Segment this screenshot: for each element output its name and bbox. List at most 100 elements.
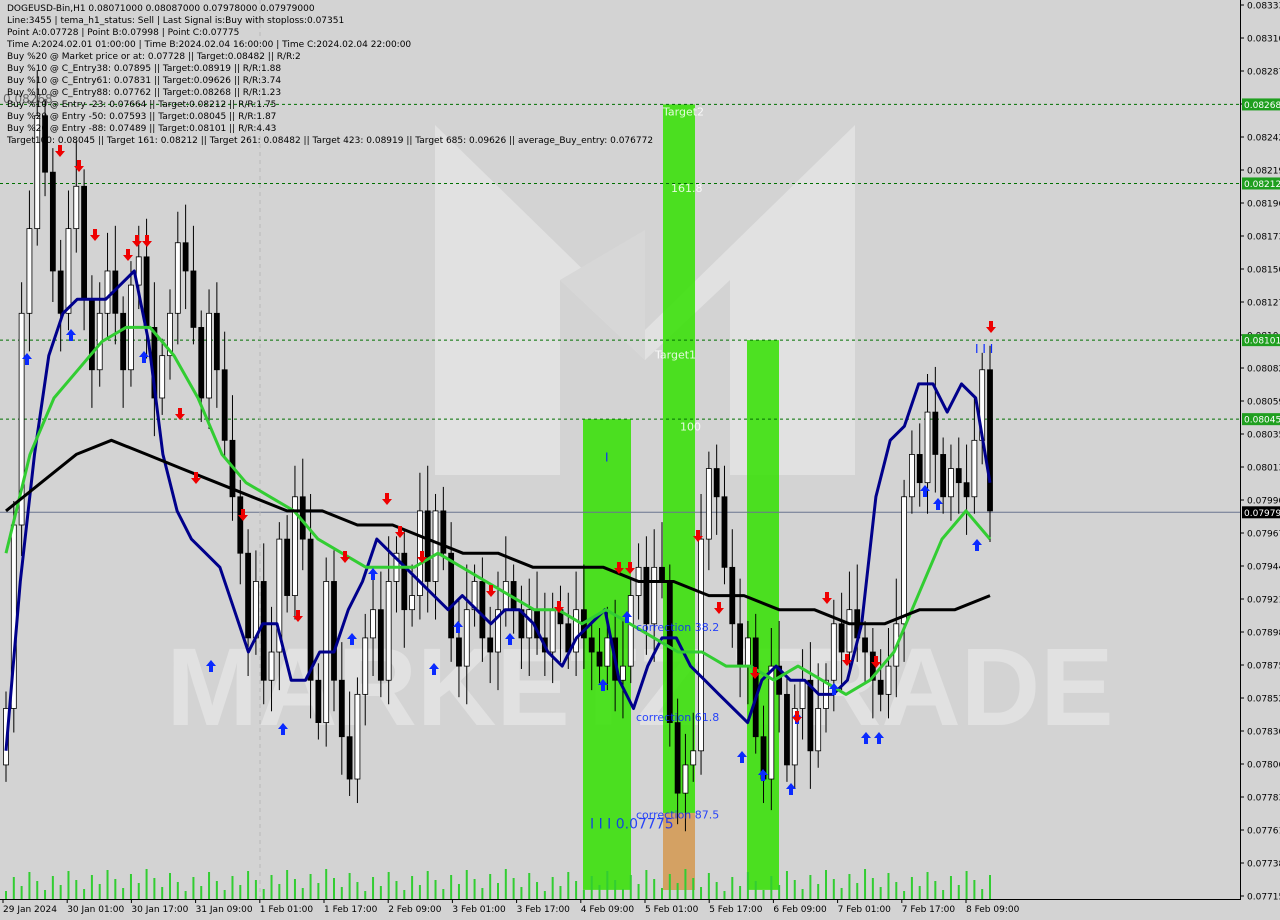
x-tick-label: 3 Feb 01:00 xyxy=(452,905,506,915)
candle-body xyxy=(549,609,556,653)
y-tick-label: 0.08173 xyxy=(1247,233,1280,243)
volume-bar xyxy=(129,874,132,899)
x-tick-label: 30 Jan 01:00 xyxy=(67,905,124,915)
x-tick-label: 1 Feb 01:00 xyxy=(260,905,314,915)
candle-body xyxy=(721,496,728,568)
candle-body xyxy=(409,595,415,611)
zone-label: 100 xyxy=(680,420,701,433)
zone-label: Target2 xyxy=(662,106,704,119)
volume-bar xyxy=(270,875,273,899)
candle-body xyxy=(901,496,907,625)
volume-bar xyxy=(731,877,734,899)
candle-body xyxy=(206,312,212,399)
candle-body xyxy=(253,581,259,639)
candle-body xyxy=(987,369,993,512)
volume-bar xyxy=(754,881,757,899)
signal-marker: I I I xyxy=(975,342,993,356)
volume-bar xyxy=(114,879,117,899)
volume-bar xyxy=(629,875,632,899)
y-tick-label: 0.08219 xyxy=(1247,167,1280,177)
volume-bar xyxy=(309,874,312,899)
volume-bar xyxy=(67,871,70,899)
candle-body xyxy=(971,439,978,498)
volume-bar xyxy=(169,873,171,899)
candle-body xyxy=(885,665,892,695)
volume-bar xyxy=(20,886,23,899)
zone-label: correction 38.2 xyxy=(636,621,719,634)
volume-bar xyxy=(832,879,835,899)
volume-bar xyxy=(801,889,804,899)
y-tick-label: 0.08196 xyxy=(1247,200,1280,210)
zone-label: Target1 xyxy=(654,348,696,361)
candle-body xyxy=(948,468,954,498)
volume-bar xyxy=(934,881,937,899)
volume-bar xyxy=(793,880,796,899)
volume-bar xyxy=(254,880,257,899)
candle-body xyxy=(963,482,970,498)
level-price-tag-label: 0.08101 xyxy=(1244,337,1280,347)
volume-bar xyxy=(739,886,742,899)
volume-bar xyxy=(442,889,445,899)
y-tick-label: 0.08127 xyxy=(1247,299,1280,309)
candle-body xyxy=(924,411,931,484)
volume-bar xyxy=(645,870,648,899)
volume-bar xyxy=(161,887,164,899)
candle-body xyxy=(362,637,369,695)
candle-body xyxy=(932,411,939,455)
x-tick-label: 29 Jan 2024 xyxy=(3,905,57,915)
volume-bar xyxy=(536,882,539,899)
info-line: Buy %20 @ Entry -88: 0.07489 || Target:0… xyxy=(7,124,277,134)
candle-body xyxy=(651,566,658,625)
volume-bar xyxy=(942,890,945,899)
info-line: DOGEUSD-Bin,H1 0.08071000 0.08087000 0.0… xyxy=(7,4,315,14)
signal-marker: I xyxy=(605,450,609,464)
y-tick-label: 0.07875 xyxy=(1247,662,1280,672)
volume-bar xyxy=(684,869,687,899)
volume-bar xyxy=(551,877,554,899)
volume-bar xyxy=(746,872,749,899)
volume-bar xyxy=(44,890,47,899)
volume-bar xyxy=(637,884,640,899)
candle-body xyxy=(245,552,251,639)
y-tick-label: 0.07783 xyxy=(1247,794,1280,804)
y-tick-label: 0.08310 xyxy=(1247,35,1280,45)
x-tick-label: 5 Feb 17:00 xyxy=(709,905,763,915)
volume-bar xyxy=(208,872,211,899)
x-tick-label: 6 Feb 09:00 xyxy=(773,905,827,915)
volume-bar xyxy=(567,872,570,899)
volume-bar xyxy=(59,885,62,899)
volume-bar xyxy=(12,877,15,899)
volume-bar xyxy=(293,879,296,899)
x-tick-label: 2 Feb 09:00 xyxy=(388,905,442,915)
y-tick-label: 0.07852 xyxy=(1247,695,1280,705)
volume-bar xyxy=(973,880,976,899)
candle-body xyxy=(588,637,595,653)
x-tick-label: 31 Jan 09:00 xyxy=(196,905,253,915)
candle-body xyxy=(526,609,533,639)
volume-bar xyxy=(879,887,882,899)
price-axis[interactable]: 0.083330.083100.082870.082640.082420.082… xyxy=(1240,2,1280,903)
volume-bar xyxy=(434,880,437,899)
volume-bar xyxy=(926,872,929,899)
volume-bar xyxy=(51,876,54,899)
y-tick-label: 0.07898 xyxy=(1247,629,1280,639)
volume-bar xyxy=(559,886,562,899)
candle-body xyxy=(377,609,384,681)
candle-body xyxy=(338,679,345,738)
candle-body xyxy=(198,327,205,399)
x-tick-label: 8 Feb 09:00 xyxy=(966,905,1020,915)
info-line: Buy %10 @ C_Entry88: 0.07762 || Target:0… xyxy=(7,88,282,98)
volume-bar xyxy=(528,873,531,899)
volume-bar xyxy=(333,878,335,899)
volume-bar xyxy=(762,890,765,899)
zone-label: 161.8 xyxy=(671,182,703,195)
volume-bar xyxy=(481,888,484,899)
candle-body xyxy=(89,298,95,371)
candle-body xyxy=(643,566,650,625)
time-axis[interactable]: 29 Jan 2024 30 Jan 01:00 30 Jan 17:00 31 Ja… xyxy=(2,899,1020,915)
volume-bar xyxy=(286,870,289,899)
candle-body xyxy=(620,665,626,681)
volume-bar xyxy=(457,884,460,899)
candle-body xyxy=(690,750,697,766)
volume-bar xyxy=(809,875,812,899)
